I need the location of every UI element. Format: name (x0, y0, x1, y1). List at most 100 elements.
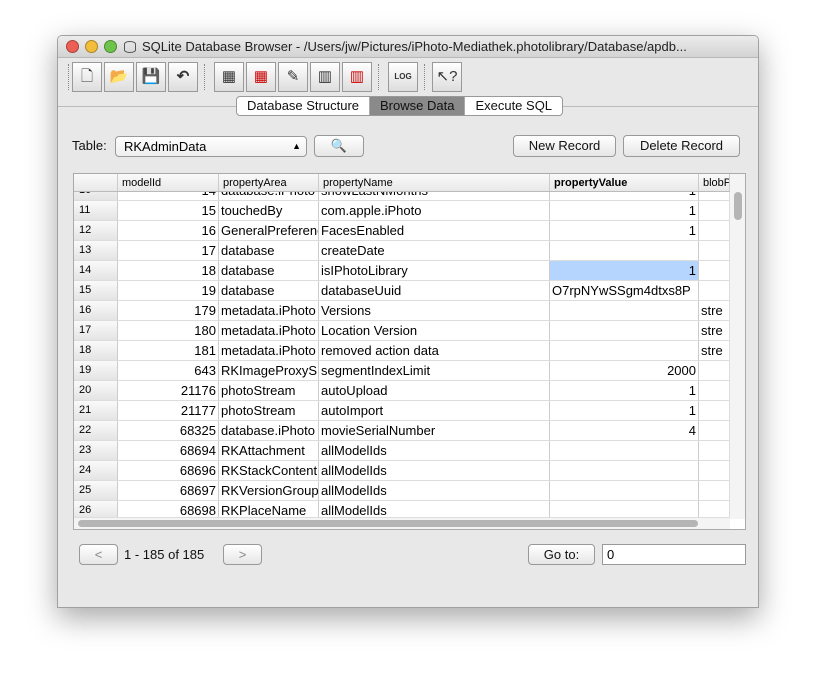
column-header[interactable]: propertyArea (219, 174, 319, 191)
table-cell[interactable] (550, 341, 699, 360)
table-cell[interactable] (699, 481, 730, 500)
table-row[interactable]: 22 68325 database.iPhoto movieSerialNumber 4 (74, 421, 730, 441)
table-cell[interactable]: RKAttachment (219, 441, 319, 460)
table-cell[interactable]: metadata.iPhoto (219, 341, 319, 360)
table-row[interactable]: 16 179 metadata.iPhoto Versions stre (74, 301, 730, 321)
close-button[interactable] (66, 40, 79, 53)
table-cell[interactable]: showLastNMonths (319, 192, 550, 200)
vertical-scrollbar[interactable] (729, 174, 745, 519)
table-cell[interactable]: GeneralPreferences (219, 221, 319, 240)
table-cell[interactable]: 1 (550, 381, 699, 400)
table-cell[interactable]: 1 (550, 401, 699, 420)
row-header[interactable]: 15 (74, 281, 118, 300)
table-cell[interactable]: stre (699, 341, 730, 360)
table-cell[interactable] (550, 441, 699, 460)
table-cell[interactable]: 17 (118, 241, 219, 260)
table-cell[interactable] (699, 381, 730, 400)
row-header[interactable]: 20 (74, 381, 118, 400)
scroll-thumb[interactable] (734, 192, 742, 220)
row-header[interactable]: 18 (74, 341, 118, 360)
table-cell[interactable]: touchedBy (219, 201, 319, 220)
tab-execute-sql[interactable]: Execute SQL (465, 97, 562, 115)
table-cell[interactable]: Location Version (319, 321, 550, 340)
table-cell[interactable]: isIPhotoLibrary (319, 261, 550, 280)
minimize-button[interactable] (85, 40, 98, 53)
table-cell[interactable]: metadata.iPhoto (219, 301, 319, 320)
table-cell[interactable]: 4 (550, 421, 699, 440)
table-cell[interactable]: 68325 (118, 421, 219, 440)
table-row[interactable]: 24 68696 RKStackContent allModelIds (74, 461, 730, 481)
table-cell[interactable]: autoUpload (319, 381, 550, 400)
table-cell[interactable]: stre (699, 321, 730, 340)
table-cell[interactable]: photoStream (219, 381, 319, 400)
table-cell[interactable] (699, 221, 730, 240)
table-row[interactable]: 11 15 touchedBy com.apple.iPhoto 1 (74, 201, 730, 221)
new-record-button[interactable]: New Record (513, 135, 616, 157)
table-cell[interactable]: 643 (118, 361, 219, 380)
whats-this-icon[interactable]: ↖? (432, 62, 462, 92)
goto-input[interactable]: 0 (602, 544, 746, 565)
table-cell[interactable]: 21177 (118, 401, 219, 420)
table-cell[interactable]: database (219, 261, 319, 280)
table-row[interactable]: 1216GeneralPreferencesFacesEnabled1 (74, 221, 730, 241)
table-cell[interactable] (699, 201, 730, 220)
table-cell[interactable]: Versions (319, 301, 550, 320)
log-icon[interactable]: LOG (388, 62, 418, 92)
row-header[interactable]: 24 (74, 461, 118, 480)
table-row[interactable]: 21 21177 photoStream autoImport 1 (74, 401, 730, 421)
table-cell[interactable]: 68697 (118, 481, 219, 500)
table-cell[interactable]: 16 (118, 221, 219, 240)
table-row[interactable]: 25 68697 RKVersionGroup allModelIds (74, 481, 730, 501)
table-cell[interactable]: removed action data (319, 341, 550, 360)
row-header[interactable]: 19 (74, 361, 118, 380)
table-cell[interactable]: 18 (118, 261, 219, 280)
table-cell[interactable]: autoImport (319, 401, 550, 420)
table-cell[interactable]: allModelIds (319, 441, 550, 460)
table-cell[interactable] (550, 481, 699, 500)
row-header[interactable]: 16 (74, 301, 118, 320)
zoom-button[interactable] (104, 40, 117, 53)
row-header[interactable]: 10 (74, 192, 118, 200)
next-page-button[interactable]: > (223, 544, 262, 565)
table-cell[interactable] (699, 281, 730, 300)
create-table-icon[interactable]: ▦ (214, 62, 244, 92)
table-cell[interactable]: 68696 (118, 461, 219, 480)
table-row[interactable]: 19 643 RKImageProxyS segmentIndexLimit 2000 (74, 361, 730, 381)
table-cell[interactable] (699, 461, 730, 480)
row-header[interactable]: 23 (74, 441, 118, 460)
column-header[interactable]: modelId (118, 174, 219, 191)
table-select[interactable]: RKAdminData ▲ (115, 136, 307, 157)
table-cell[interactable]: 1 (550, 261, 699, 280)
table-cell[interactable] (550, 241, 699, 260)
table-row[interactable]: 23 68694 RKAttachment allModelIds (74, 441, 730, 461)
table-cell[interactable] (699, 361, 730, 380)
table-cell[interactable]: 21176 (118, 381, 219, 400)
goto-button[interactable]: Go to: (528, 544, 595, 565)
table-row[interactable]: 13 17 database createDate (74, 241, 730, 261)
column-header[interactable]: propertyName (319, 174, 550, 191)
table-cell[interactable]: database (219, 241, 319, 260)
table-cell[interactable]: allModelIds (319, 461, 550, 480)
table-cell[interactable]: metadata.iPhoto (219, 321, 319, 340)
open-database-icon[interactable]: 📂 (104, 62, 134, 92)
table-cell[interactable] (699, 192, 730, 200)
search-button[interactable]: 🔍 (314, 135, 364, 157)
table-cell[interactable]: database.iPhoto (219, 192, 319, 200)
table-cell[interactable]: allModelIds (319, 481, 550, 500)
column-header[interactable]: propertyValue (550, 174, 699, 191)
table-row[interactable]: 17 180 metadata.iPhoto Location Version stre (74, 321, 730, 341)
table-cell[interactable]: segmentIndexLimit (319, 361, 550, 380)
table-cell[interactable]: 14 (118, 192, 219, 200)
table-cell[interactable] (699, 441, 730, 460)
table-row[interactable]: 14 18 database isIPhotoLibrary 1 (74, 261, 730, 281)
table-cell[interactable]: 68694 (118, 441, 219, 460)
row-header[interactable]: 14 (74, 261, 118, 280)
table-row[interactable]: 18 181 metadata.iPhoto removed action data s… (74, 341, 730, 361)
table-cell[interactable]: 1 (550, 201, 699, 220)
table-cell[interactable] (699, 261, 730, 280)
table-cell[interactable] (699, 241, 730, 260)
table-cell[interactable] (550, 461, 699, 480)
row-header[interactable]: 12 (74, 221, 118, 240)
save-icon[interactable]: 💾 (136, 62, 166, 92)
row-header[interactable]: 22 (74, 421, 118, 440)
